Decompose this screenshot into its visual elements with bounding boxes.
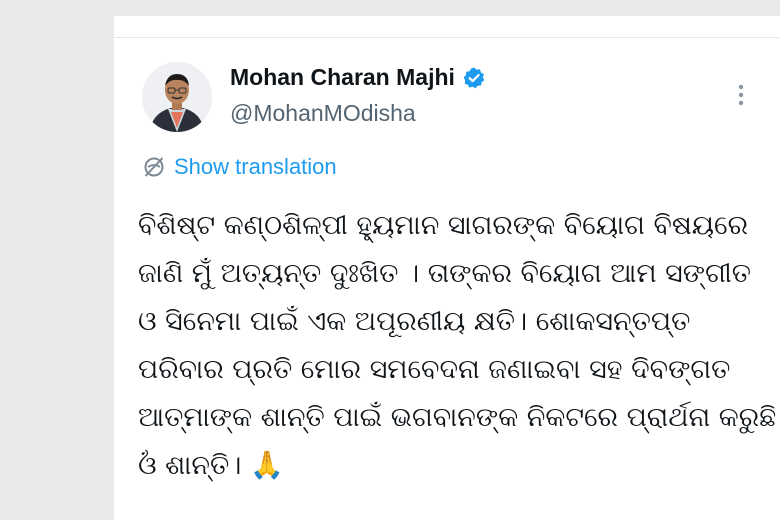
globe-icon [142,155,166,179]
avatar-portrait [142,62,212,132]
tweet-line: ଜାଣି ମୁଁ ଅତ୍ୟନ୍ତ ଦୁଃଖିତ । ତାଙ୍କର ବିୟୋଗ ଆ… [138,258,751,289]
author-name-row: Mohan Charan Majhi [230,64,486,91]
more-options-icon[interactable] [728,80,754,110]
tweet-line: ପରିବାର ପ୍ରତି ମୋର ସମବେଦନା ଜଣାଇବା ସହ ଦିବଙ୍… [138,354,731,385]
show-translation-label: Show translation [174,154,337,179]
divider [114,37,780,38]
author-display-name[interactable]: Mohan Charan Majhi [230,64,455,91]
tweet-line: ବିଶିଷ୍ଟ କଣ୍ଠଶିଳ୍ପୀ ହ୍ୟୁମାନ ସାଗରଙ୍କ ବିୟୋଗ… [138,210,749,241]
folded-hands-emoji: 🙏 [250,450,284,481]
tweet-text: ବିଶିଷ୍ଟ କଣ୍ଠଶିଳ୍ପୀ ହ୍ୟୁମାନ ସାଗରଙ୍କ ବିୟୋଗ… [138,202,780,490]
tweet-line: ଓଁ ଶାନ୍ତି। [138,450,242,481]
author-handle[interactable]: @MohanMOdisha [230,100,416,127]
tweet-line: ଓ ସିନେମା ପାଇଁ ଏକ ଅପୂରଣୀୟ କ୍ଷତି। ଶୋକସନ୍ତପ… [138,306,691,337]
show-translation-button[interactable]: Show translation [142,154,337,180]
tweet-line: ଆତ୍ମାଙ୍କ ଶାନ୍ତି ପାଇଁ ଭଗବାନଙ୍କ ନିକଟରେ ପ୍ର… [138,402,780,433]
avatar[interactable] [142,62,212,132]
tweet-card: Mohan Charan Majhi @MohanMOdisha Show tr… [114,16,780,520]
verified-badge-icon[interactable] [462,66,486,90]
tweet-last-line: ଓଁ ଶାନ୍ତି। 🙏 [138,442,758,490]
